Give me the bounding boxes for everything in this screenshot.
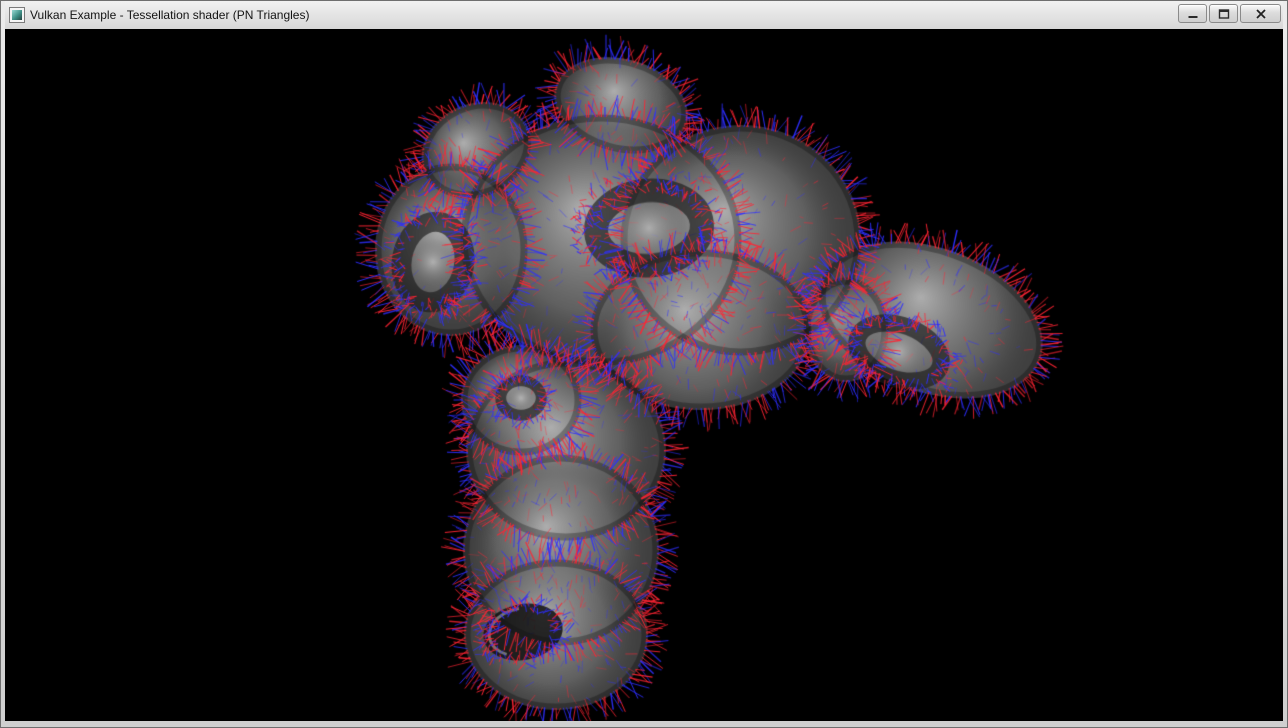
minimize-button[interactable] xyxy=(1178,4,1207,23)
maximize-button[interactable] xyxy=(1209,4,1238,23)
app-icon xyxy=(9,7,25,23)
vulkan-render-canvas[interactable] xyxy=(5,29,1283,721)
close-icon xyxy=(1255,8,1267,20)
window-title: Vulkan Example - Tessellation shader (PN… xyxy=(30,1,309,29)
maximize-icon xyxy=(1218,8,1230,20)
titlebar[interactable]: Vulkan Example - Tessellation shader (PN… xyxy=(5,1,1283,29)
render-viewport xyxy=(5,29,1283,721)
app-icon-image xyxy=(12,10,22,20)
app-window: Vulkan Example - Tessellation shader (PN… xyxy=(0,0,1288,728)
close-button[interactable] xyxy=(1240,4,1281,23)
minimize-icon xyxy=(1187,8,1199,20)
window-controls xyxy=(1178,4,1281,23)
